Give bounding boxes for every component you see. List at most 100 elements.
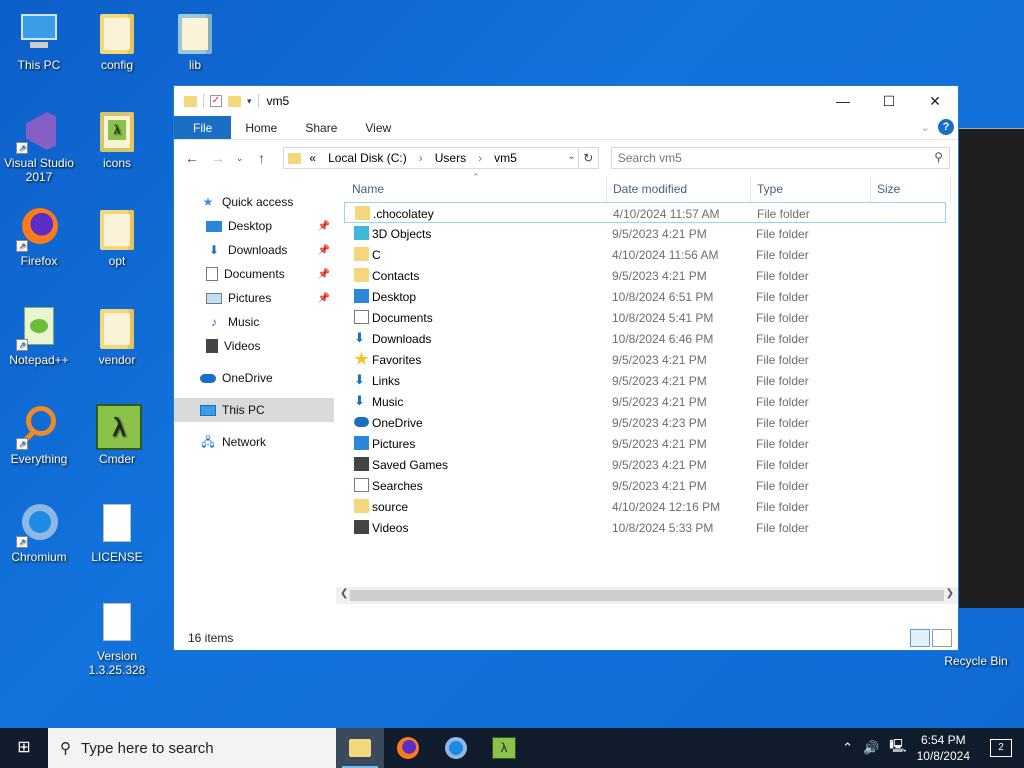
- table-row[interactable]: Documents 10/8/2024 5:41 PM File folder: [344, 307, 958, 328]
- table-row[interactable]: Contacts 9/5/2023 4:21 PM File folder: [344, 265, 958, 286]
- clock[interactable]: 6:54 PM 10/8/2024: [917, 732, 970, 764]
- file-list[interactable]: ⌃ Name Date modified Type Size .chocolat…: [344, 172, 958, 628]
- desktop-icon-icons[interactable]: λ icons: [78, 108, 156, 170]
- customize-dropdown-icon[interactable]: ▾: [247, 96, 252, 107]
- sidebar-item-onedrive[interactable]: OneDrive: [174, 366, 334, 390]
- table-row[interactable]: Pictures 9/5/2023 4:21 PM File folder: [344, 433, 958, 454]
- horizontal-scrollbar[interactable]: ❮ ❯: [336, 587, 958, 604]
- recent-locations-icon[interactable]: ⌄: [234, 153, 246, 164]
- taskbar-cmder[interactable]: λ: [480, 728, 528, 768]
- pin-icon[interactable]: 📌: [318, 293, 330, 304]
- notifications-button[interactable]: 2: [990, 739, 1012, 757]
- tab-file[interactable]: File: [174, 116, 232, 139]
- column-header-name[interactable]: Name: [352, 182, 384, 196]
- pin-icon[interactable]: 📌: [318, 269, 330, 280]
- taskbar-firefox[interactable]: [384, 728, 432, 768]
- sidebar-item-desktop[interactable]: Desktop 📌: [174, 214, 334, 238]
- sidebar-item-documents[interactable]: Documents 📌: [174, 262, 334, 286]
- table-row[interactable]: source 4/10/2024 12:16 PM File folder: [344, 496, 958, 517]
- table-row[interactable]: Desktop 10/8/2024 6:51 PM File folder: [344, 286, 958, 307]
- desktop-icon-firefox[interactable]: ↗ Firefox: [0, 206, 78, 268]
- pin-icon[interactable]: 📌: [318, 221, 330, 232]
- large-icons-view-button[interactable]: [932, 629, 952, 647]
- tab-home[interactable]: Home: [231, 116, 291, 139]
- desktop-icon-notepadpp[interactable]: ↗ Notepad++: [0, 305, 78, 367]
- column-divider[interactable]: [750, 176, 751, 202]
- sidebar-item-downloads[interactable]: ⬇ Downloads 📌: [174, 238, 334, 262]
- breadcrumb-users[interactable]: Users: [435, 151, 466, 165]
- search-input[interactable]: Search vm5 ⚲: [610, 147, 950, 169]
- scroll-left-icon[interactable]: ❮: [340, 588, 348, 599]
- sidebar-item-quick-access[interactable]: ★ Quick access: [174, 190, 334, 214]
- sidebar-item-pictures[interactable]: Pictures 📌: [174, 286, 334, 310]
- breadcrumb-overflow[interactable]: «: [309, 151, 316, 165]
- desktop-icon-vendor[interactable]: vendor: [78, 305, 156, 367]
- taskbar-search-box[interactable]: ⚲ Type here to search: [48, 728, 336, 768]
- sidebar-item-videos[interactable]: Videos: [174, 334, 334, 358]
- desktop-icon-config[interactable]: config: [78, 10, 156, 72]
- desktop-icon-everything[interactable]: ↗ Everything: [0, 404, 78, 466]
- pin-icon[interactable]: 📌: [318, 245, 330, 256]
- table-row[interactable]: OneDrive 9/5/2023 4:23 PM File folder: [344, 412, 958, 433]
- column-header-type[interactable]: Type: [757, 182, 783, 196]
- table-row[interactable]: Searches 9/5/2023 4:21 PM File folder: [344, 475, 958, 496]
- back-button[interactable]: ←: [182, 150, 202, 166]
- table-row[interactable]: Favorites 9/5/2023 4:21 PM File folder: [344, 349, 958, 370]
- sidebar-item-network[interactable]: 🖧 Network: [174, 430, 334, 454]
- table-row[interactable]: C 4/10/2024 11:56 AM File folder: [344, 244, 958, 265]
- table-row[interactable]: ⬇ Music 9/5/2023 4:21 PM File folder: [344, 391, 958, 412]
- scrollbar-thumb[interactable]: [350, 590, 944, 601]
- start-button[interactable]: ⊞: [0, 728, 48, 768]
- column-divider[interactable]: [606, 176, 607, 202]
- maximize-button[interactable]: ☐: [866, 86, 912, 116]
- volume-icon[interactable]: 🔊: [863, 740, 879, 756]
- sidebar-item-music[interactable]: ♪ Music: [174, 310, 334, 334]
- forward-button[interactable]: →: [208, 150, 228, 166]
- desktop-icon-cmder[interactable]: λ Cmder: [78, 404, 156, 466]
- chevron-up-icon[interactable]: ⌃: [842, 740, 853, 756]
- table-row[interactable]: ⬇ Links 9/5/2023 4:21 PM File folder: [344, 370, 958, 391]
- expand-ribbon-icon[interactable]: ⌄: [921, 121, 930, 134]
- new-folder-icon[interactable]: [228, 95, 241, 107]
- desktop-icon-visual-studio[interactable]: ↗ Visual Studio 2017: [0, 108, 78, 184]
- column-divider[interactable]: [950, 176, 951, 202]
- taskbar-file-explorer[interactable]: [336, 728, 384, 768]
- breadcrumb-local-disk[interactable]: Local Disk (C:): [328, 151, 407, 165]
- tab-view[interactable]: View: [351, 116, 405, 139]
- refresh-icon[interactable]: ↻: [577, 148, 598, 168]
- explorer-window[interactable]: ✓ ▾ vm5 — ☐ ✕ File Home Share View ⌄ ? ←…: [173, 85, 959, 651]
- tab-share[interactable]: Share: [291, 116, 351, 139]
- up-button[interactable]: ↑: [252, 150, 272, 166]
- help-icon[interactable]: ?: [938, 119, 954, 135]
- column-divider[interactable]: [870, 176, 871, 202]
- navigation-pane[interactable]: ★ Quick access Desktop 📌 ⬇ Downloads 📌 D…: [174, 176, 334, 628]
- network-status-icon[interactable]: 🖳: [889, 737, 906, 759]
- table-row[interactable]: 3D Objects 9/5/2023 4:21 PM File folder: [344, 223, 958, 244]
- minimize-button[interactable]: —: [820, 86, 866, 116]
- desktop-icon-license[interactable]: LICENSE: [78, 502, 156, 564]
- column-header-size[interactable]: Size: [877, 182, 900, 196]
- close-button[interactable]: ✕: [912, 86, 958, 116]
- title-bar[interactable]: ✓ ▾ vm5 — ☐ ✕: [174, 86, 958, 116]
- desktop-icon-version[interactable]: Version 1.3.25.328: [78, 601, 156, 677]
- scroll-right-icon[interactable]: ❯: [946, 588, 954, 599]
- details-view-button[interactable]: [910, 629, 930, 647]
- desktop-icon-lib[interactable]: lib: [156, 10, 234, 72]
- breadcrumb-separator[interactable]: ›: [419, 151, 423, 165]
- desktop-icon-opt[interactable]: opt: [78, 206, 156, 268]
- table-row[interactable]: Videos 10/8/2024 5:33 PM File folder: [344, 517, 958, 538]
- chevron-down-icon[interactable]: ⌄: [567, 151, 575, 162]
- table-row[interactable]: .chocolatey 4/10/2024 11:57 AM File folder: [344, 202, 946, 223]
- taskbar-chromium[interactable]: [432, 728, 480, 768]
- breadcrumb-separator[interactable]: ›: [478, 151, 482, 165]
- background-window[interactable]: [959, 128, 1024, 608]
- breadcrumb-vm5[interactable]: vm5: [494, 151, 517, 165]
- address-bar[interactable]: « Local Disk (C:) › Users › vm5 ⌄ ↻: [283, 147, 599, 169]
- table-row[interactable]: Saved Games 9/5/2023 4:21 PM File folder: [344, 454, 958, 475]
- table-row[interactable]: ⬇ Downloads 10/8/2024 6:46 PM File folder: [344, 328, 958, 349]
- desktop-icon-chromium[interactable]: ↗ Chromium: [0, 502, 78, 564]
- properties-icon[interactable]: ✓: [210, 95, 222, 107]
- column-header-date[interactable]: Date modified: [613, 182, 687, 196]
- desktop-icon-this-pc[interactable]: This PC: [0, 10, 78, 72]
- sidebar-item-this-pc[interactable]: This PC: [174, 398, 334, 422]
